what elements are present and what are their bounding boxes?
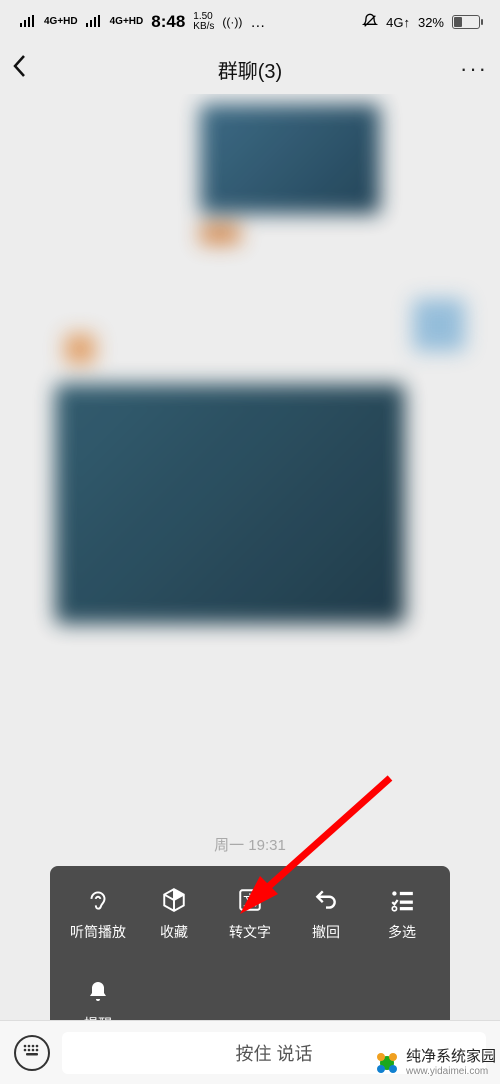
message-video-thumb-2 — [55, 384, 405, 624]
nav-bar: 群聊(3) ··· — [0, 44, 500, 94]
status-right: 4G↑ 32% — [362, 13, 480, 32]
menu-label: 多选 — [388, 922, 416, 942]
net-mode-1: 4G+HD — [44, 17, 78, 27]
status-more-icon: … — [250, 14, 265, 31]
voice-input-label: 按住 说话 — [235, 1040, 312, 1066]
watermark: 纯净系统家园 www.yidaimei.com — [372, 1048, 496, 1078]
cube-icon — [160, 886, 188, 914]
signal-bars-2-icon — [86, 14, 102, 30]
ear-icon — [84, 886, 112, 914]
bell-icon — [84, 978, 112, 1006]
blurred-sender-2 — [65, 334, 95, 364]
net-mode-2: 4G+HD — [110, 17, 144, 27]
net-speed: 1.50 KB/s — [193, 12, 214, 32]
status-clock: 8:48 — [151, 12, 185, 32]
back-button[interactable] — [12, 54, 26, 85]
menu-item-favorite[interactable]: 收藏 — [136, 882, 212, 946]
menu-item-remind[interactable]: 提醒 — [60, 974, 136, 1020]
blurred-sender — [200, 224, 240, 244]
blurred-avatar — [413, 299, 465, 351]
battery-percent: 32% — [418, 15, 444, 30]
watermark-url: www.yidaimei.com — [406, 1066, 496, 1077]
menu-label: 收藏 — [160, 922, 188, 942]
keyboard-toggle-button[interactable] — [14, 1035, 50, 1071]
status-left: 4G+HD 4G+HD 8:48 1.50 KB/s ((·)) … — [20, 12, 265, 32]
message-video-thumb — [200, 104, 380, 214]
menu-label: 撤回 — [312, 922, 340, 942]
status-bar: 4G+HD 4G+HD 8:48 1.50 KB/s ((·)) … 4G↑ 3… — [0, 0, 500, 44]
watermark-text: 纯净系统家园 — [406, 1049, 496, 1066]
more-button[interactable]: ··· — [460, 56, 488, 82]
hotspot-icon: ((·)) — [222, 15, 242, 29]
net-mode-right: 4G↑ — [386, 15, 410, 30]
menu-label: 转文字 — [229, 922, 271, 942]
menu-item-earpiece-play[interactable]: 听筒播放 — [60, 882, 136, 946]
menu-label: 听筒播放 — [70, 922, 126, 942]
arrow-pointer-icon — [240, 774, 400, 914]
blurred-messages — [0, 94, 500, 744]
chat-title: 群聊(3) — [0, 55, 500, 84]
chat-body[interactable]: 周一 19:31 听筒播放 收藏 文 转文字 撤回 — [0, 94, 500, 1020]
mute-icon — [362, 13, 378, 32]
battery-icon — [452, 15, 480, 29]
keyboard-icon — [22, 1043, 42, 1062]
watermark-logo-icon — [372, 1048, 402, 1078]
signal-bars-1-icon — [20, 14, 36, 30]
